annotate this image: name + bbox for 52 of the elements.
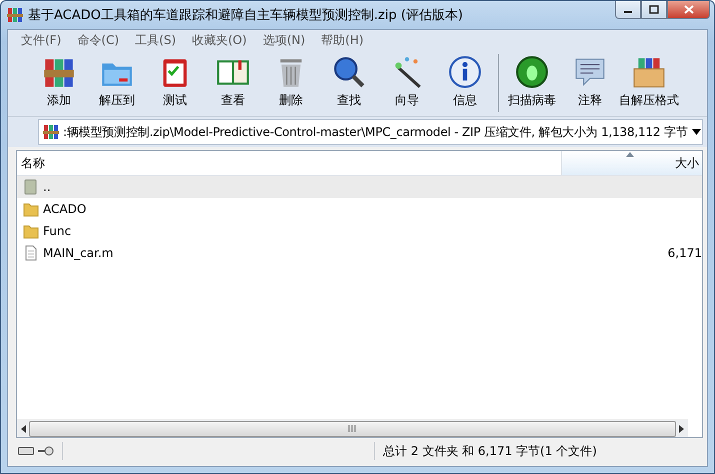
file-row[interactable]: ACADO xyxy=(17,198,702,220)
file-row[interactable]: .. xyxy=(17,176,702,198)
file-name: .. xyxy=(43,180,51,194)
toolbar-button[interactable]: 测试 xyxy=(146,52,204,111)
menu-item[interactable]: 文件(F) xyxy=(14,30,68,50)
window-title: 基于ACADO工具箱的车道跟踪和避障自主车辆模型预测控制.zip (评估版本) xyxy=(28,7,464,24)
key-icon xyxy=(38,446,54,456)
dropdown-caret-icon[interactable] xyxy=(692,129,701,135)
menu-item[interactable]: 命令(C) xyxy=(70,30,126,50)
toolbar-button[interactable]: 添加 xyxy=(30,52,88,111)
maximize-button[interactable] xyxy=(641,1,667,19)
menu-item[interactable]: 收藏夹(O) xyxy=(185,30,254,50)
toolbar-button[interactable]: 删除 xyxy=(262,52,320,111)
folder-icon xyxy=(23,201,39,217)
toolbar-button[interactable]: 解压到 xyxy=(88,52,146,111)
drive-icon xyxy=(18,447,34,455)
close-icon xyxy=(684,5,694,14)
file-row[interactable]: Func xyxy=(17,220,702,242)
address-field[interactable]: :辆模型预测控制.zip\Model-Predictive-Control-master\MPC_carmodel - ZIP 压缩文件, 解包大小为 1,138,112 字节 xyxy=(38,119,703,145)
status-text: 总计 2 文件夹 和 6,171 字节(1 个文件) xyxy=(374,442,703,460)
parent-folder-icon xyxy=(23,179,39,195)
horizontal-scrollbar[interactable] xyxy=(17,419,688,437)
toolbar-button[interactable]: 查看 xyxy=(204,52,262,111)
archive-icon xyxy=(43,124,59,140)
document-icon xyxy=(23,245,39,261)
file-row[interactable]: MAIN_car.m 6,171 xyxy=(17,242,702,264)
scroll-right-icon[interactable] xyxy=(679,424,684,432)
grip-icon xyxy=(348,425,356,432)
menu-item[interactable]: 工具(S) xyxy=(128,30,183,50)
menu-item[interactable]: 选项(N) xyxy=(256,30,312,50)
close-button[interactable] xyxy=(667,1,710,19)
address-path: :辆模型预测控制.zip\Model-Predictive-Control-master\MPC_carmodel - ZIP 压缩文件, 解包大小为 1,138,112 字节 xyxy=(63,124,688,140)
file-size: 6,171 xyxy=(668,246,702,260)
menu-item[interactable]: 帮助(H) xyxy=(314,30,371,50)
toolbar-button[interactable]: 自解压格式 xyxy=(619,52,679,111)
folder-icon xyxy=(23,223,39,239)
toolbar-button[interactable]: 扫描病毒 xyxy=(503,52,561,111)
column-header[interactable]: 大小 xyxy=(562,151,702,175)
file-name: Func xyxy=(43,224,72,238)
search-icon xyxy=(332,54,366,90)
scroll-left-icon[interactable] xyxy=(20,424,26,432)
info-icon xyxy=(448,54,482,90)
minimize-button[interactable] xyxy=(615,1,641,19)
toolbar-button[interactable]: 注释 xyxy=(561,52,619,111)
file-name: MAIN_car.m xyxy=(43,246,114,260)
toolbar-button[interactable]: 向导 xyxy=(378,52,436,111)
app-icon xyxy=(7,7,23,23)
toolbar-button[interactable]: 信息 xyxy=(436,52,494,111)
maximize-icon xyxy=(649,5,659,14)
toolbar-button[interactable]: 查找 xyxy=(320,52,378,111)
file-name: ACADO xyxy=(43,202,86,216)
sort-caret-icon xyxy=(626,152,634,157)
